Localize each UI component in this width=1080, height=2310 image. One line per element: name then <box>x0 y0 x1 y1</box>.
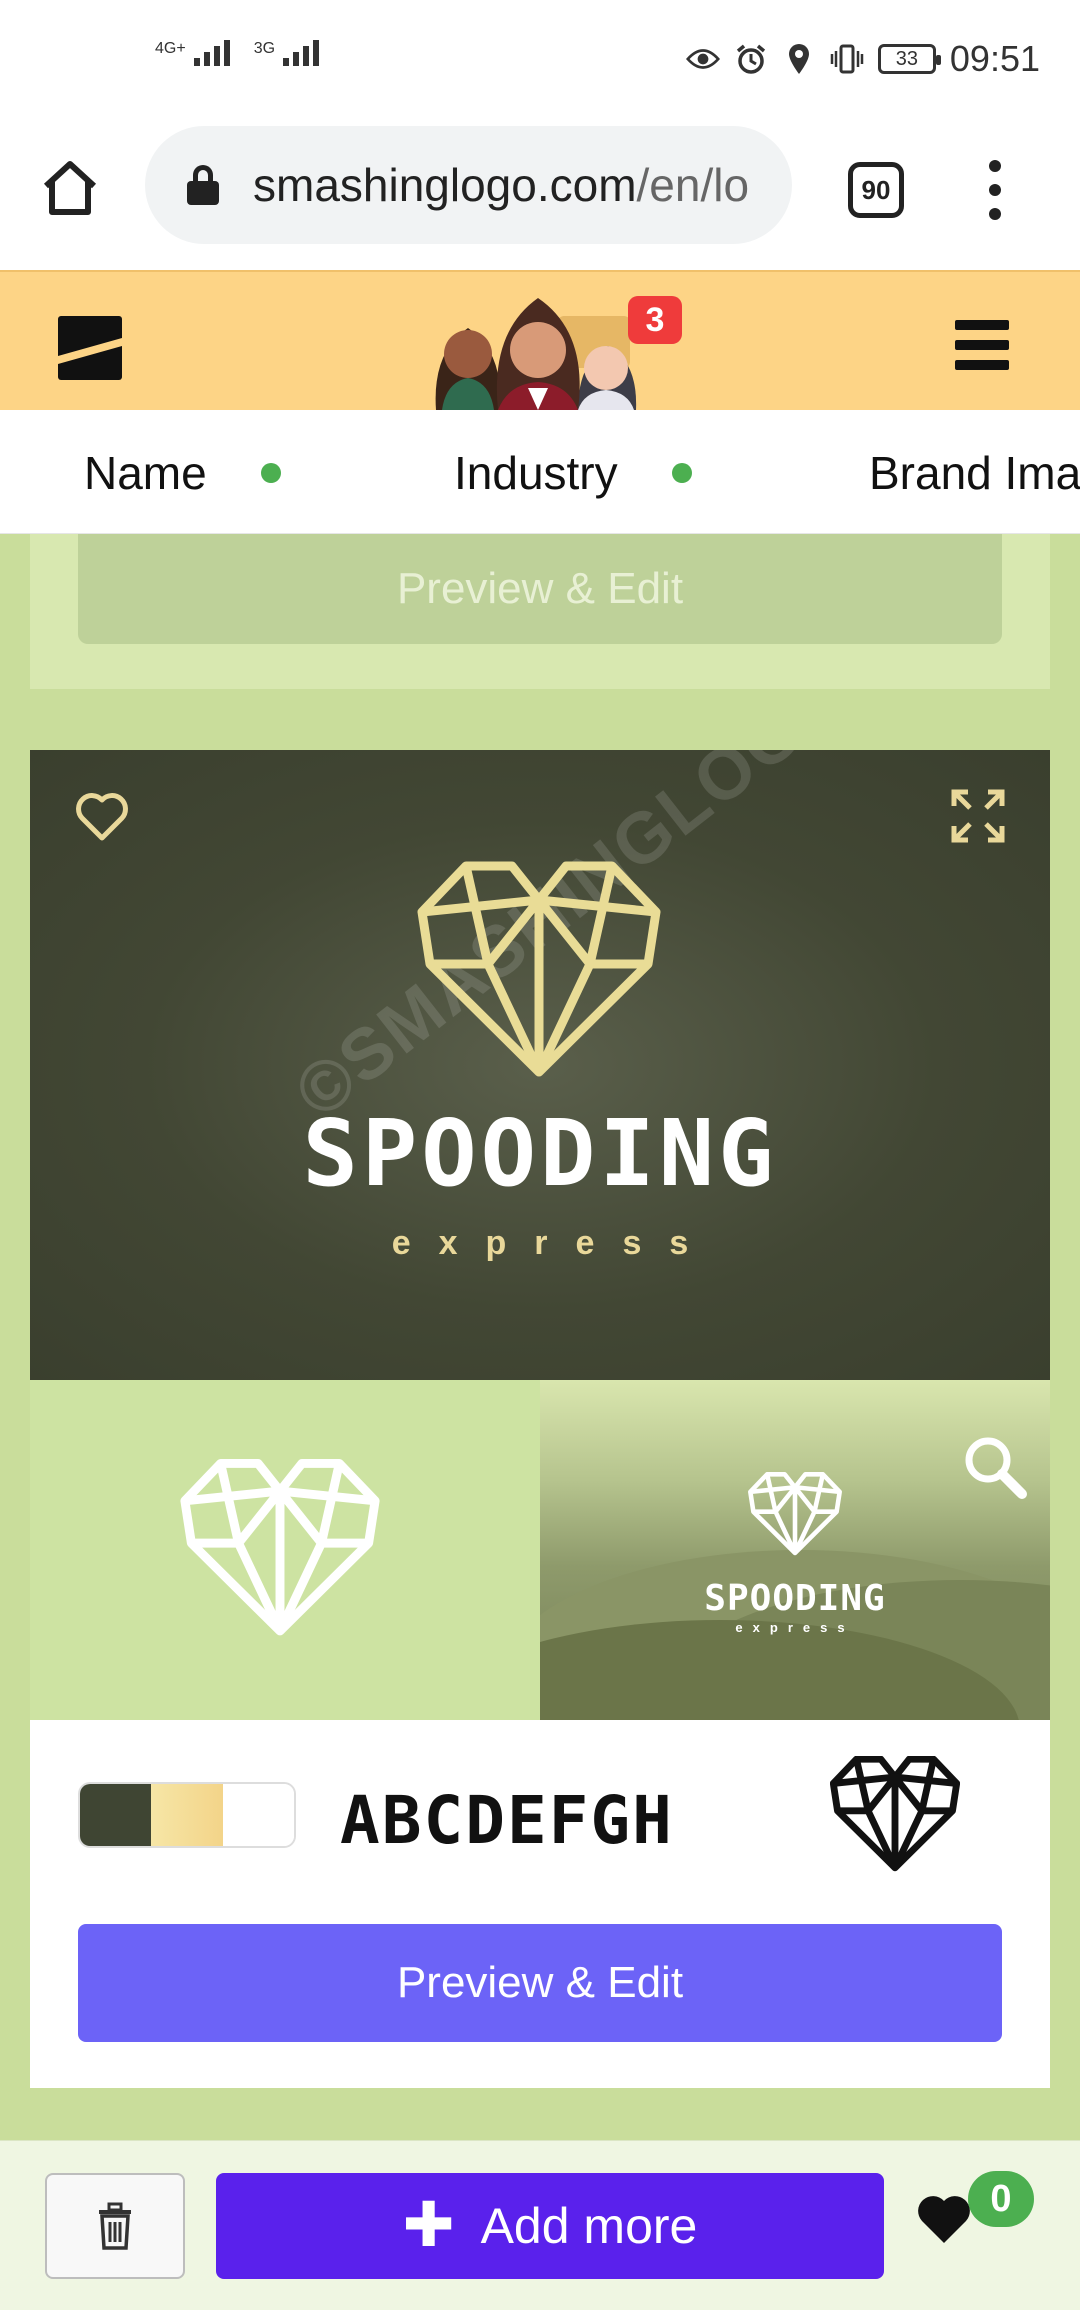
step-complete-dot <box>260 463 281 483</box>
signal-indicators: 4G+ 3G <box>155 40 320 66</box>
mockup-brand-name: SPOODING <box>704 1578 886 1619</box>
signal-3g-label: 3G <box>253 40 276 57</box>
heart-emblem-icon <box>748 1472 842 1556</box>
palette-swatch <box>151 1784 223 1846</box>
expand-icon[interactable] <box>950 788 1006 844</box>
address-bar[interactable]: smashinglogo.com/en/lo <box>145 126 792 244</box>
step-brand-image-label: Brand Ima <box>869 447 1080 499</box>
step-industry-label: Industry <box>454 447 618 499</box>
search-icon[interactable] <box>960 1432 1030 1502</box>
clock-time: 09:51 <box>949 38 1040 79</box>
location-icon <box>782 42 816 76</box>
icon-thumbnail[interactable] <box>30 1380 540 1720</box>
tab-switcher-button[interactable]: 90 <box>848 162 904 218</box>
heart-emblem-icon <box>180 1458 380 1636</box>
palette-swatch <box>222 1784 294 1846</box>
signal-4g-label: 4G+ <box>155 40 186 57</box>
home-icon[interactable] <box>40 158 100 218</box>
step-name[interactable]: Name <box>84 446 281 500</box>
step-name-label: Name <box>84 447 207 499</box>
step-industry[interactable]: Industry <box>454 446 692 500</box>
signal-3g-icon: 3G <box>253 40 320 66</box>
steps-navigation: Name Industry Brand Ima <box>0 410 1080 534</box>
add-more-label: Add more <box>480 2198 698 2254</box>
heart-outline-icon[interactable] <box>74 788 130 844</box>
brand-name-text: SPOODING <box>302 1100 778 1207</box>
support-team-avatars[interactable] <box>428 292 658 410</box>
bottom-action-bar: ✚ Add more 0 <box>0 2140 1080 2310</box>
step-brand-image[interactable]: Brand Ima <box>869 446 1080 500</box>
status-bar: 4G+ 3G 33 09:51 <box>0 0 1080 122</box>
delete-button[interactable] <box>45 2173 185 2279</box>
preview-edit-button[interactable]: Preview & Edit <box>78 534 1002 644</box>
overflow-menu-icon[interactable] <box>980 160 1010 220</box>
color-palette <box>78 1782 296 1848</box>
site-logo[interactable] <box>58 316 122 380</box>
logo-card: ©SMASHINGLOGO SPOODING express SPOODING … <box>30 750 1050 2088</box>
logo-details: ABCDEFGH Preview & Edit <box>30 1720 1050 2088</box>
heart-emblem-icon <box>417 861 661 1077</box>
alarm-icon <box>734 42 768 76</box>
url-path: /en/lo <box>636 159 750 211</box>
palette-swatch <box>80 1784 152 1846</box>
battery-icon: 33 <box>877 44 941 74</box>
add-more-button[interactable]: ✚ Add more <box>216 2173 884 2279</box>
heart-emblem-icon <box>830 1756 960 1872</box>
browser-toolbar: smashinglogo.com/en/lo 90 <box>0 122 1080 270</box>
logo-preview[interactable]: ©SMASHINGLOGO SPOODING express <box>30 750 1050 1380</box>
eye-icon <box>685 42 720 76</box>
brand-tagline-text: express <box>391 1224 717 1262</box>
mockup-brand-tagline: express <box>735 1620 855 1635</box>
favorites-heart-icon[interactable] <box>916 2191 972 2247</box>
signal-4g-icon: 4G+ <box>155 40 230 66</box>
hamburger-menu-icon[interactable] <box>955 320 1009 370</box>
favorites-count-badge[interactable]: 0 <box>968 2171 1034 2227</box>
site-header <box>0 270 1080 410</box>
mockup-thumbnail[interactable]: SPOODING express <box>540 1380 1050 1720</box>
url-text: smashinglogo.com/en/lo <box>253 158 749 212</box>
vibrate-icon <box>830 42 864 76</box>
font-sample: ABCDEFGH <box>340 1782 674 1859</box>
previous-logo-card: Preview & Edit <box>30 534 1050 689</box>
notification-badge[interactable]: 3 <box>628 296 682 344</box>
step-complete-dot <box>671 463 692 483</box>
trash-icon <box>99 2202 131 2250</box>
plus-icon: ✚ <box>402 2191 455 2260</box>
lock-icon <box>187 165 219 205</box>
preview-edit-button[interactable]: Preview & Edit <box>78 1924 1002 2042</box>
url-domain: smashinglogo.com <box>253 159 637 211</box>
